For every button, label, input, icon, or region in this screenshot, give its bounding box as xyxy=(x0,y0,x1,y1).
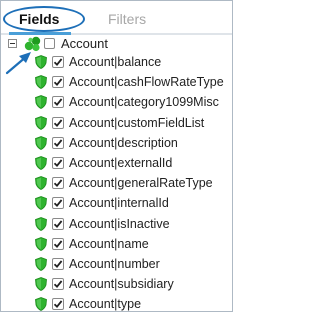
tree-item[interactable]: Account|type xyxy=(1,295,232,315)
field-label: Account|externalId xyxy=(69,156,173,170)
green-shield-icon xyxy=(35,257,47,271)
field-label: Account|generalRateType xyxy=(69,176,213,191)
green-shield-icon xyxy=(35,156,47,170)
green-shield-icon xyxy=(35,196,47,211)
tab-bar: Fields Filters xyxy=(1,1,232,35)
green-shield-icon xyxy=(35,115,47,130)
checkmark-icon xyxy=(53,240,63,248)
tab-filters[interactable]: Filters xyxy=(108,10,146,28)
field-checkbox[interactable] xyxy=(52,278,64,291)
tree-item[interactable]: Account|isInactive xyxy=(1,215,232,235)
tree-item[interactable]: Account|customFieldList xyxy=(1,114,232,134)
field-label: Account|category1099Misc xyxy=(69,95,219,110)
checkmark-icon xyxy=(53,260,63,269)
tree-item[interactable]: Account|generalRateType xyxy=(1,174,232,194)
checkmark-icon xyxy=(53,179,63,188)
field-checkbox[interactable] xyxy=(52,217,64,230)
checkmark-icon xyxy=(53,199,63,208)
field-label: Account|isInactive xyxy=(69,216,170,231)
field-checkbox[interactable] xyxy=(52,76,64,89)
field-label: Account|cashFlowRateType xyxy=(69,75,224,90)
checkmark-icon xyxy=(53,119,63,127)
root-label: Account xyxy=(61,36,108,51)
field-checkbox[interactable] xyxy=(52,237,64,250)
field-label: Account|subsidiary xyxy=(69,277,174,292)
tree-item[interactable]: Account|internalId xyxy=(1,194,232,214)
checkmark-icon xyxy=(53,280,63,289)
tree-item[interactable]: Account|number xyxy=(1,255,232,275)
green-shield-icon xyxy=(35,236,47,251)
field-label: Account|name xyxy=(69,236,149,251)
checkmark-icon xyxy=(53,58,63,67)
field-label: Account|internalId xyxy=(69,196,169,211)
collapse-toggle-icon[interactable] xyxy=(8,39,17,48)
checkmark-icon xyxy=(53,78,63,87)
root-checkbox[interactable] xyxy=(44,38,55,49)
field-checkbox[interactable] xyxy=(52,116,64,129)
tree-item[interactable]: Account|cashFlowRateType xyxy=(1,73,232,93)
field-label: Account|balance xyxy=(69,55,162,69)
green-shield-icon xyxy=(35,75,47,90)
field-checkbox[interactable] xyxy=(52,56,64,68)
field-checkbox[interactable] xyxy=(52,177,64,190)
green-shield-icon xyxy=(35,176,47,191)
green-dot-cluster-icon xyxy=(24,36,41,52)
field-checkbox[interactable] xyxy=(52,258,64,270)
checkmark-icon xyxy=(53,300,63,309)
checkmark-icon xyxy=(53,139,63,147)
green-shield-icon xyxy=(35,216,47,231)
checkmark-icon xyxy=(53,159,63,168)
field-label: Account|type xyxy=(69,297,142,312)
green-shield-icon xyxy=(35,55,47,69)
tree-item[interactable]: Account|balance xyxy=(1,53,232,73)
checkmark-icon xyxy=(53,98,63,107)
field-checkbox[interactable] xyxy=(52,157,64,169)
field-label: Account|number xyxy=(69,257,160,271)
tree-item[interactable]: Account|externalId xyxy=(1,154,232,174)
tree-root-node[interactable]: Account xyxy=(1,35,232,55)
tree-item[interactable]: Account|name xyxy=(1,235,232,255)
green-shield-icon xyxy=(35,297,47,312)
highlight-ellipse-annotation xyxy=(3,6,85,32)
field-checkbox[interactable] xyxy=(52,136,64,149)
field-checkbox[interactable] xyxy=(52,96,64,109)
checkmark-icon xyxy=(53,220,63,228)
green-shield-icon xyxy=(35,277,47,292)
field-label: Account|description xyxy=(69,135,178,150)
field-checkbox[interactable] xyxy=(52,197,64,210)
fields-panel: Fields Filters Account Account|balance Ac… xyxy=(0,0,233,312)
green-shield-icon xyxy=(35,95,47,110)
tree-item[interactable]: Account|category1099Misc xyxy=(1,93,232,113)
field-label: Account|customFieldList xyxy=(69,115,205,130)
field-checkbox[interactable] xyxy=(52,298,64,311)
green-shield-icon xyxy=(35,135,47,150)
tree-item[interactable]: Account|subsidiary xyxy=(1,275,232,295)
tree-item[interactable]: Account|description xyxy=(1,134,232,154)
